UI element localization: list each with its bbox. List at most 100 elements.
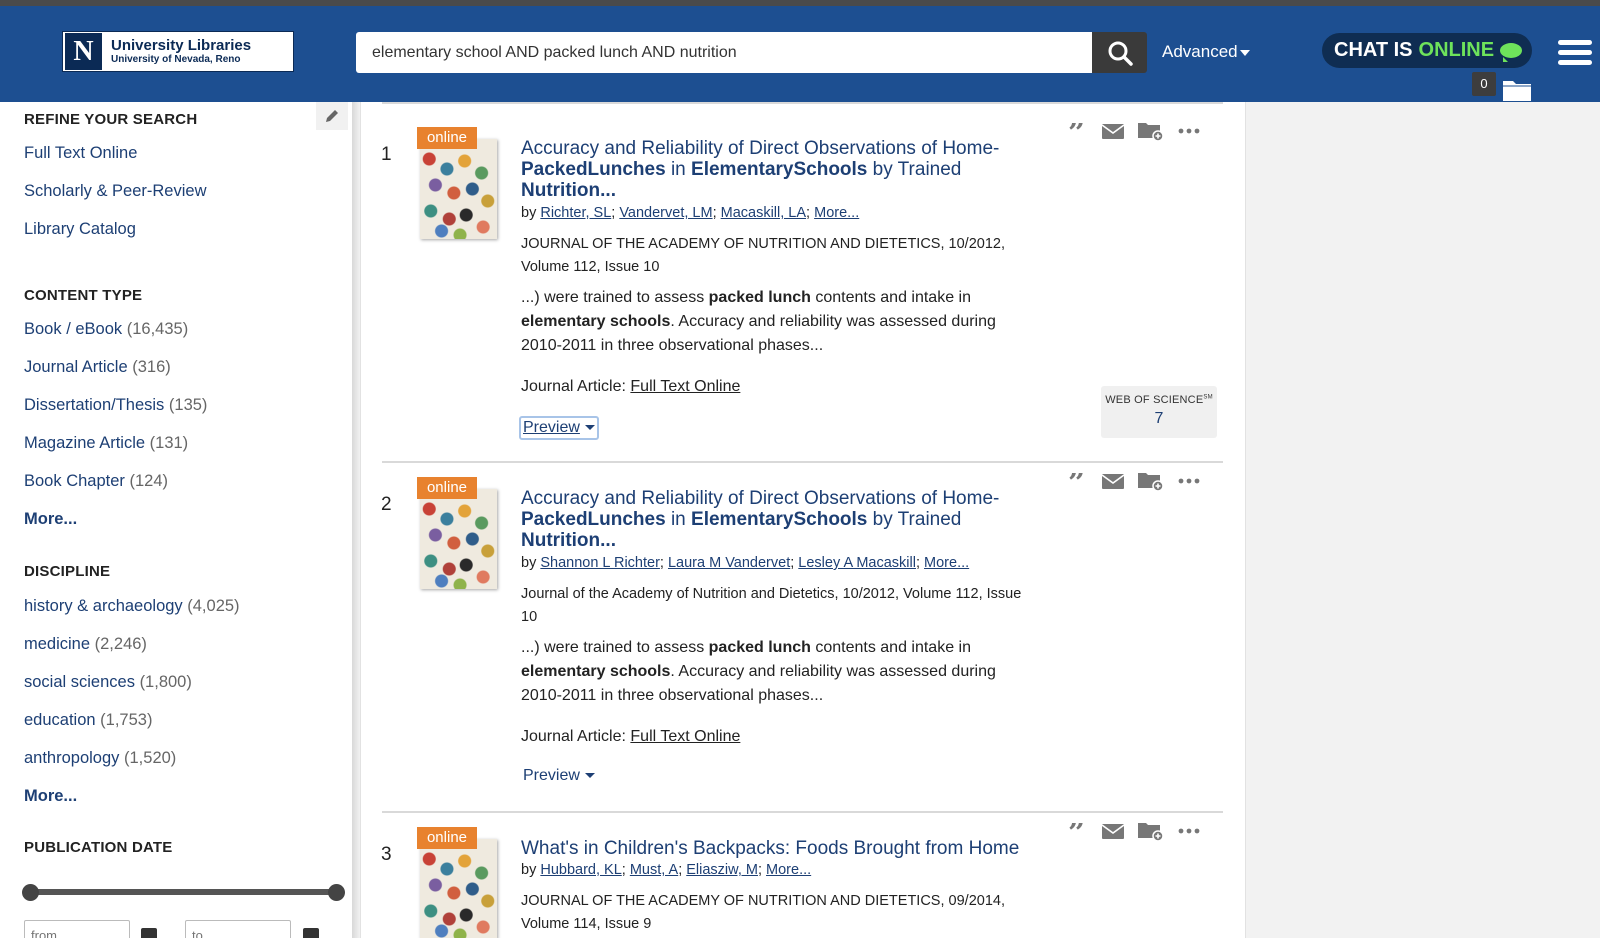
more-authors-link[interactable]: More... — [924, 555, 969, 571]
result-divider — [382, 811, 1223, 813]
discipline-item[interactable]: medicine (2,246) — [24, 635, 147, 654]
full-text-link[interactable]: Full Text Online — [630, 728, 740, 745]
cite-button[interactable]: ” — [1068, 473, 1088, 489]
folder-add-icon — [1138, 823, 1164, 842]
sidebar-divider — [352, 102, 360, 938]
wos-count: 7 — [1154, 410, 1164, 427]
result-authors: by Hubbard, KL; Must, A; Eliasziw, M; Mo… — [521, 862, 812, 878]
library-logo[interactable]: N University Libraries University of Nev… — [62, 31, 294, 72]
svg-text:”: ” — [1068, 823, 1085, 839]
author-link[interactable]: Richter, SL — [540, 205, 611, 221]
filter-scholarly-peer-review[interactable]: Scholarly & Peer-Review — [24, 182, 206, 201]
date-range-slider[interactable] — [30, 889, 337, 895]
save-to-folder-button[interactable] — [1138, 470, 1164, 492]
result-title[interactable]: Accuracy and Reliability of Direct Obser… — [521, 138, 1021, 201]
content-type-item[interactable]: Magazine Article (131) — [24, 434, 188, 453]
result-type: Journal Article: Full Text Online — [521, 378, 741, 395]
discipline-heading: DISCIPLINE — [24, 563, 111, 580]
more-authors-link[interactable]: More... — [766, 862, 811, 878]
content-type-item[interactable]: Dissertation/Thesis (135) — [24, 396, 207, 415]
result-actions: ” — [1068, 470, 1200, 492]
discipline-item[interactable]: education (1,753) — [24, 711, 152, 730]
author-link[interactable]: Lesley A Macaskill — [798, 555, 916, 571]
author-link[interactable]: Macaskill, LA — [721, 205, 806, 221]
date-slider-min-handle[interactable] — [22, 884, 39, 901]
caret-down-icon — [584, 425, 595, 431]
to-date-input[interactable] — [185, 920, 291, 938]
result-source: JOURNAL OF THE ACADEMY OF NUTRITION AND … — [521, 893, 1005, 932]
calendar-icon[interactable] — [141, 928, 157, 938]
quote-icon: ” — [1068, 123, 1085, 139]
discipline-item[interactable]: history & archaeology (4,025) — [24, 597, 240, 616]
more-options-button[interactable] — [1178, 128, 1200, 134]
site-header: N University Libraries University of Nev… — [0, 6, 1600, 102]
content-type-item[interactable]: Book / eBook (16,435) — [24, 320, 188, 339]
cite-button[interactable]: ” — [1068, 823, 1088, 839]
advanced-search-dropdown[interactable]: Advanced — [1162, 42, 1250, 62]
filter-full-text-online[interactable]: Full Text Online — [24, 144, 137, 163]
preview-toggle[interactable]: Preview — [521, 766, 597, 786]
content-type-item[interactable]: Book Chapter (124) — [24, 472, 168, 491]
web-of-science-citations[interactable]: WEB OF SCIENCESM 7 — [1101, 386, 1217, 438]
result-number: 3 — [381, 844, 392, 865]
content-type-more-link[interactable]: More... — [24, 510, 77, 529]
menu-button[interactable] — [1558, 40, 1592, 66]
date-slider-max-handle[interactable] — [328, 884, 345, 901]
more-authors-link[interactable]: More... — [814, 205, 859, 221]
more-options-button[interactable] — [1178, 828, 1200, 834]
wos-label: WEB OF SCIENCE — [1105, 394, 1204, 406]
more-icon — [1178, 478, 1200, 484]
content-type-item[interactable]: Journal Article (316) — [24, 358, 171, 377]
result-type: Journal Article: Full Text Online — [521, 728, 741, 745]
author-link[interactable]: Must, A — [630, 862, 678, 878]
result-number: 1 — [381, 144, 392, 165]
folder-count-badge: 0 — [1472, 72, 1496, 96]
result-actions: ” — [1068, 120, 1200, 142]
online-badge: online — [417, 827, 477, 849]
journal-cover — [420, 489, 497, 589]
saved-folder-button[interactable] — [1502, 76, 1532, 102]
discipline-more-link[interactable]: More... — [24, 787, 77, 806]
author-link[interactable]: Hubbard, KL — [540, 862, 621, 878]
edit-filters-button[interactable] — [316, 102, 348, 130]
online-badge: online — [417, 127, 477, 149]
search-input[interactable] — [356, 32, 1092, 73]
result-thumbnail[interactable]: online — [417, 827, 497, 938]
discipline-item[interactable]: social sciences (1,800) — [24, 673, 192, 692]
save-to-folder-button[interactable] — [1138, 820, 1164, 842]
search-button[interactable] — [1092, 32, 1147, 73]
menu-icon — [1558, 40, 1592, 45]
chat-online-button[interactable]: CHAT IS ONLINE — [1322, 33, 1532, 68]
result-thumbnail[interactable]: online — [417, 127, 497, 239]
email-button[interactable] — [1102, 823, 1124, 839]
filter-library-catalog[interactable]: Library Catalog — [24, 220, 136, 239]
author-link[interactable]: Shannon L Richter — [540, 555, 660, 571]
svg-text:”: ” — [1068, 473, 1085, 489]
result-divider — [382, 461, 1223, 463]
discipline-item[interactable]: anthropology (1,520) — [24, 749, 176, 768]
more-options-button[interactable] — [1178, 478, 1200, 484]
result-divider — [382, 102, 1223, 104]
from-date-input[interactable] — [24, 920, 130, 938]
result-source: Journal of the Academy of Nutrition and … — [521, 586, 1022, 625]
result-title[interactable]: Accuracy and Reliability of Direct Obser… — [521, 488, 1021, 551]
preview-toggle[interactable]: Preview — [519, 416, 599, 440]
result-title[interactable]: What's in Children's Backpacks: Foods Br… — [521, 838, 1081, 859]
calendar-icon[interactable] — [303, 928, 319, 938]
author-link[interactable]: Laura M Vandervet — [668, 555, 790, 571]
author-link[interactable]: Vandervet, LM — [619, 205, 712, 221]
more-icon — [1178, 828, 1200, 834]
author-link[interactable]: Eliasziw, M — [686, 862, 758, 878]
email-button[interactable] — [1102, 123, 1124, 139]
wos-sup: SM — [1203, 394, 1213, 401]
result-actions: ” — [1068, 820, 1200, 842]
full-text-link[interactable]: Full Text Online — [630, 378, 740, 395]
logo-title: University Libraries — [111, 37, 252, 54]
result-authors: by Richter, SL; Vandervet, LM; Macaskill… — [521, 205, 860, 221]
journal-cover — [420, 139, 497, 239]
email-button[interactable] — [1102, 473, 1124, 489]
save-to-folder-button[interactable] — [1138, 120, 1164, 142]
quote-icon: ” — [1068, 823, 1085, 839]
result-thumbnail[interactable]: online — [417, 477, 497, 589]
cite-button[interactable]: ” — [1068, 123, 1088, 139]
